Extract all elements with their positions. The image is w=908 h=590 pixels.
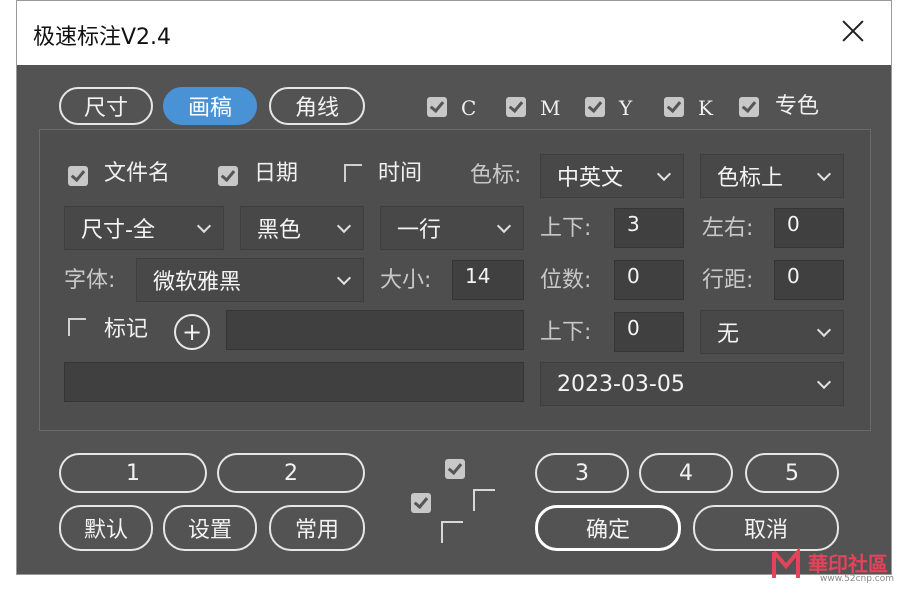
watermark-icon [772, 546, 800, 578]
color-value: 黑色 [257, 218, 302, 243]
check-mark[interactable] [68, 318, 86, 336]
leftright-input[interactable]: 0 [774, 208, 844, 248]
position-left-check[interactable] [411, 493, 431, 513]
preset-2-button[interactable]: 2 [217, 453, 365, 493]
default-button[interactable]: 默认 [59, 505, 153, 551]
tab-corner-lines[interactable]: 角线 [269, 87, 365, 125]
check-spot-color[interactable] [739, 97, 759, 117]
position-right-corner[interactable] [473, 489, 495, 511]
color-select[interactable]: 黑色 [240, 206, 364, 250]
check-k-label: K [698, 96, 713, 120]
title-bar: 极速标注V2.4 [17, 1, 891, 65]
font-label: 字体: [64, 268, 116, 293]
check-m-label: M [540, 96, 561, 120]
color-mark-label: 色标: [470, 163, 522, 188]
tab-size[interactable]: 尺寸 [59, 87, 153, 125]
preset-3-button[interactable]: 3 [535, 453, 629, 493]
position-value: 无 [717, 322, 740, 347]
position-top-check[interactable] [445, 459, 465, 479]
add-mark-button[interactable]: + [174, 314, 210, 350]
chevron-down-icon [816, 322, 832, 338]
preset-4-button[interactable]: 4 [639, 453, 733, 493]
size-mode-select[interactable]: 尺寸-全 [64, 206, 224, 250]
watermark-logo: 華印社區 www.52cnp.com [770, 546, 902, 588]
watermark-url: www.52cnp.com [820, 574, 895, 584]
size-mode-value: 尺寸-全 [81, 218, 155, 243]
leftright-label: 左右: [702, 216, 754, 241]
check-c-label: C [461, 96, 477, 120]
check-date-label: 日期 [254, 161, 299, 186]
check-c[interactable] [427, 97, 447, 117]
close-icon[interactable] [833, 11, 873, 51]
common-button[interactable]: 常用 [269, 505, 365, 551]
preset-5-button[interactable]: 5 [745, 453, 839, 493]
color-mark-lang-value: 中英文 [557, 166, 624, 191]
mark-text-input[interactable] [226, 310, 524, 350]
date-select[interactable]: 2023-03-05 [540, 362, 844, 406]
check-date[interactable] [218, 166, 238, 186]
window-title: 极速标注V2.4 [33, 25, 172, 50]
chevron-down-icon [196, 218, 212, 234]
date-value: 2023-03-05 [557, 371, 685, 397]
dialog-body: 尺寸 画稿 角线 C M Y K 专色 文件名 日期 时间 色标: 中英文 色标… [17, 65, 891, 574]
check-time[interactable] [344, 164, 362, 182]
check-mark-label: 标记 [104, 317, 149, 342]
digits-label: 位数: [540, 268, 592, 293]
linespacing-input[interactable]: 0 [774, 260, 844, 300]
updown-input[interactable]: 3 [614, 208, 684, 248]
updown2-label: 上下: [540, 320, 592, 345]
lines-value: 一行 [397, 218, 442, 243]
preset-1-button[interactable]: 1 [59, 453, 207, 493]
lines-select[interactable]: 一行 [380, 206, 524, 250]
check-y-label: Y [619, 96, 633, 120]
check-k[interactable] [664, 97, 684, 117]
cancel-button[interactable]: 取消 [693, 505, 839, 551]
digits-input[interactable]: 0 [614, 260, 684, 300]
dialog-window: 极速标注V2.4 尺寸 画稿 角线 C M Y K 专色 文件名 日期 时间 色… [16, 0, 892, 575]
check-filename-label: 文件名 [104, 161, 171, 186]
tab-artwork[interactable]: 画稿 [163, 87, 257, 125]
settings-button[interactable]: 设置 [163, 505, 257, 551]
chevron-down-icon [816, 166, 832, 182]
size-input[interactable]: 14 [452, 260, 524, 300]
chevron-down-icon [656, 166, 672, 182]
color-mark-lang-select[interactable]: 中英文 [540, 154, 684, 198]
linespacing-label: 行距: [702, 268, 754, 293]
updown2-input[interactable]: 0 [614, 312, 684, 352]
settings-panel: 文件名 日期 时间 色标: 中英文 色标上 尺寸-全 黑色 一行 上下: 3 左… [39, 129, 871, 431]
font-value: 微软雅黑 [153, 270, 242, 295]
color-mark-pos-value: 色标上 [717, 166, 784, 191]
check-m[interactable] [506, 97, 526, 117]
position-select[interactable]: 无 [700, 310, 844, 354]
size-label: 大小: [380, 268, 432, 293]
ok-button[interactable]: 确定 [535, 505, 681, 551]
position-bottom-corner[interactable] [441, 521, 463, 543]
chevron-down-icon [496, 218, 512, 234]
chevron-down-icon [336, 270, 352, 286]
color-mark-pos-select[interactable]: 色标上 [700, 154, 844, 198]
check-filename[interactable] [68, 166, 88, 186]
check-spot-color-label: 专色 [775, 94, 820, 119]
free-text-input[interactable] [64, 362, 524, 402]
chevron-down-icon [816, 374, 832, 390]
check-y[interactable] [585, 97, 605, 117]
watermark-text: 華印社區 [808, 552, 888, 576]
font-select[interactable]: 微软雅黑 [136, 258, 364, 302]
check-time-label: 时间 [378, 161, 423, 186]
updown-label: 上下: [540, 216, 592, 241]
chevron-down-icon [336, 218, 352, 234]
